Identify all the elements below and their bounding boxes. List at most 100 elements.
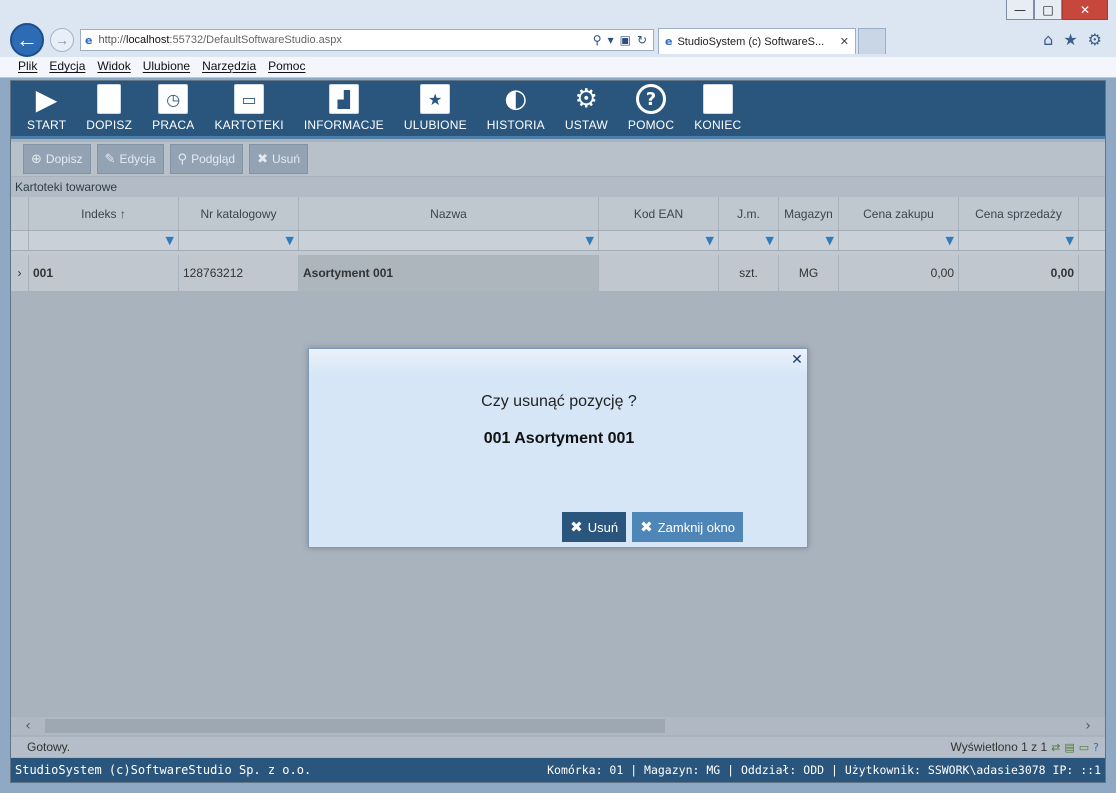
refresh-icon[interactable]: ↻ [637, 33, 647, 47]
menu-ulubione[interactable]: Ulubione [137, 57, 196, 77]
filter-icon[interactable]: ▼ [29, 231, 179, 250]
toolbar-historia[interactable]: ◐ HISTORIA [477, 81, 555, 136]
header-nr-katalogowy[interactable]: Nr katalogowy [179, 197, 299, 230]
usun-button[interactable]: ✖ Usuń [249, 144, 309, 174]
cell-nr-katalogowy[interactable]: 128763212 [179, 255, 299, 291]
close-window-button[interactable]: ✕ [1062, 0, 1108, 20]
cell-kod-ean[interactable] [599, 255, 719, 291]
edycja-button[interactable]: ✎ Edycja [96, 144, 164, 174]
dialog-header: ✕ [309, 349, 807, 373]
dialog-usun-button[interactable]: ✖ Usuń [562, 512, 627, 542]
header-cena-zakupu[interactable]: Cena zakupu [839, 197, 959, 230]
menu-narzedzia[interactable]: Narzędzia [196, 57, 262, 77]
play-icon: ▶ [35, 82, 58, 116]
usun-label: Usuń [272, 152, 301, 166]
help-icon: ? [636, 84, 667, 114]
header-nazwa[interactable]: Nazwa [299, 197, 599, 230]
dialog-zamknij-button[interactable]: ✖ Zamknij okno [632, 512, 743, 542]
header-cena-sprzedazy[interactable]: Cena sprzedaży [959, 197, 1079, 230]
star-window-icon: ★ [420, 84, 451, 114]
clock-window-icon: ◷ [158, 84, 189, 114]
browser-tab[interactable]: e StudioSystem (c) SoftwareS... ✕ [658, 28, 856, 54]
toolbar-ustaw[interactable]: ⚙ USTAW [555, 81, 618, 136]
toolbar-kartoteki[interactable]: ▭ KARTOTEKI [204, 81, 293, 136]
filter-icon[interactable]: ▼ [779, 231, 839, 250]
filter-icon[interactable]: ▼ [959, 231, 1079, 250]
dialog-close-icon[interactable]: ✕ [789, 352, 805, 368]
filter-icon[interactable]: ▼ [179, 231, 299, 250]
toolbar-pomoc[interactable]: ? POMOC [618, 81, 684, 136]
cell-indeks[interactable]: 001 [29, 255, 179, 291]
edycja-label: Edycja [119, 152, 156, 166]
columns-icon[interactable]: ▭ [1079, 741, 1089, 754]
search-icon[interactable]: ⚲ [593, 33, 602, 47]
back-button[interactable]: ← [10, 23, 44, 57]
cell-nazwa[interactable]: Asortyment 001 [299, 255, 599, 291]
podglad-button[interactable]: ⚲ Podgląd [169, 144, 244, 174]
compatibility-icon[interactable]: ▣ [620, 33, 631, 47]
ie-tab-icon: e [665, 35, 673, 48]
toolbar-informacje[interactable]: ▟ INFORMACJE [294, 81, 394, 136]
footer-session-info: Komórka: 01 | Magazyn: MG | Oddział: ODD… [547, 763, 1101, 777]
dropdown-icon[interactable]: ▾ [608, 33, 614, 47]
blank-window-icon [702, 84, 733, 114]
edit-icon: ✎ [104, 151, 116, 167]
url-host: localhost [126, 34, 170, 46]
menu-widok[interactable]: Widok [91, 57, 136, 77]
scroll-track[interactable] [45, 719, 1071, 733]
help-icon[interactable]: ? [1093, 741, 1099, 754]
toolbar-koniec[interactable]: KONIEC [684, 81, 751, 136]
horizontal-scrollbar[interactable]: ‹ › [11, 717, 1105, 735]
address-bar[interactable]: e http:// localhost :55732/DefaultSoftwa… [80, 29, 654, 51]
refresh-icon[interactable]: ⇄ [1051, 741, 1060, 754]
cell-cena-zakupu[interactable]: 0,00 [839, 255, 959, 291]
filter-icon[interactable]: ▼ [299, 231, 599, 250]
dopisz-label: Dopisz [45, 152, 83, 166]
toolbar-start[interactable]: ▶ START [17, 81, 76, 136]
toolbar-label: KARTOTEKI [214, 118, 284, 132]
toolbar-label: USTAW [564, 118, 608, 132]
tab-title: StudioSystem (c) SoftwareS... [677, 35, 825, 48]
delete-icon: ✖ [257, 151, 269, 167]
minimize-button[interactable]: — [1006, 0, 1034, 20]
filter-indicator [11, 231, 29, 250]
scroll-right-icon[interactable]: › [1071, 718, 1105, 734]
cell-cena-sprzedazy[interactable]: 0,00 [959, 255, 1079, 291]
header-magazyn[interactable]: Magazyn [779, 197, 839, 230]
filter-icon[interactable]: ▼ [719, 231, 779, 250]
export-icon[interactable]: ▤ [1064, 741, 1074, 754]
toolbar-label: START [27, 118, 67, 132]
add-icon: ⊕ [31, 151, 42, 167]
filter-icon[interactable]: ▼ [839, 231, 959, 250]
forward-arrow-icon: → [55, 32, 69, 48]
menu-edycja[interactable]: Edycja [43, 57, 91, 77]
tab-close-icon[interactable]: ✕ [840, 35, 849, 48]
menu-plik[interactable]: Plik [12, 57, 43, 77]
header-jm[interactable]: J.m. [719, 197, 779, 230]
menu-pomoc[interactable]: Pomoc [262, 57, 311, 77]
table-row[interactable]: › 001 128763212 Asortyment 001 szt. MG 0… [11, 255, 1105, 291]
header-indeks[interactable]: Indeks ↑ [29, 197, 179, 230]
cell-jm[interactable]: szt. [719, 255, 779, 291]
toolbar-dopisz[interactable]: DOPISZ [76, 81, 142, 136]
back-arrow-icon: ← [16, 27, 38, 52]
grid-header-row: Indeks ↑ Nr katalogowy Nazwa Kod EAN J.m… [11, 197, 1105, 231]
podglad-label: Podgląd [191, 152, 236, 166]
dopisz-button[interactable]: ⊕ Dopisz [23, 144, 91, 174]
favorites-star-icon[interactable]: ★ [1063, 30, 1077, 49]
toolbar-label: ULUBIONE [403, 118, 467, 132]
cell-magazyn[interactable]: MG [779, 255, 839, 291]
scroll-thumb[interactable] [45, 719, 665, 733]
toolbar-ulubione[interactable]: ★ ULUBIONE [394, 81, 477, 136]
settings-gear-icon[interactable]: ⚙ [1088, 30, 1102, 49]
status-bar: Gotowy. Wyświetlono 1 z 1 ⇄ ▤ ▭ ? [11, 737, 1105, 757]
home-icon[interactable]: ⌂ [1043, 30, 1053, 49]
new-tab-button[interactable] [858, 28, 886, 54]
filter-icon[interactable]: ▼ [599, 231, 719, 250]
maximize-button[interactable]: □ [1034, 0, 1062, 20]
scroll-left-icon[interactable]: ‹ [11, 718, 45, 734]
toolbar-praca[interactable]: ◷ PRACA [142, 81, 204, 136]
main-toolbar: ▶ START DOPISZ ◷ PRACA ▭ KARTOTEKI ▟ INF… [11, 81, 1105, 139]
forward-button[interactable]: → [50, 28, 74, 52]
header-kod-ean[interactable]: Kod EAN [599, 197, 719, 230]
